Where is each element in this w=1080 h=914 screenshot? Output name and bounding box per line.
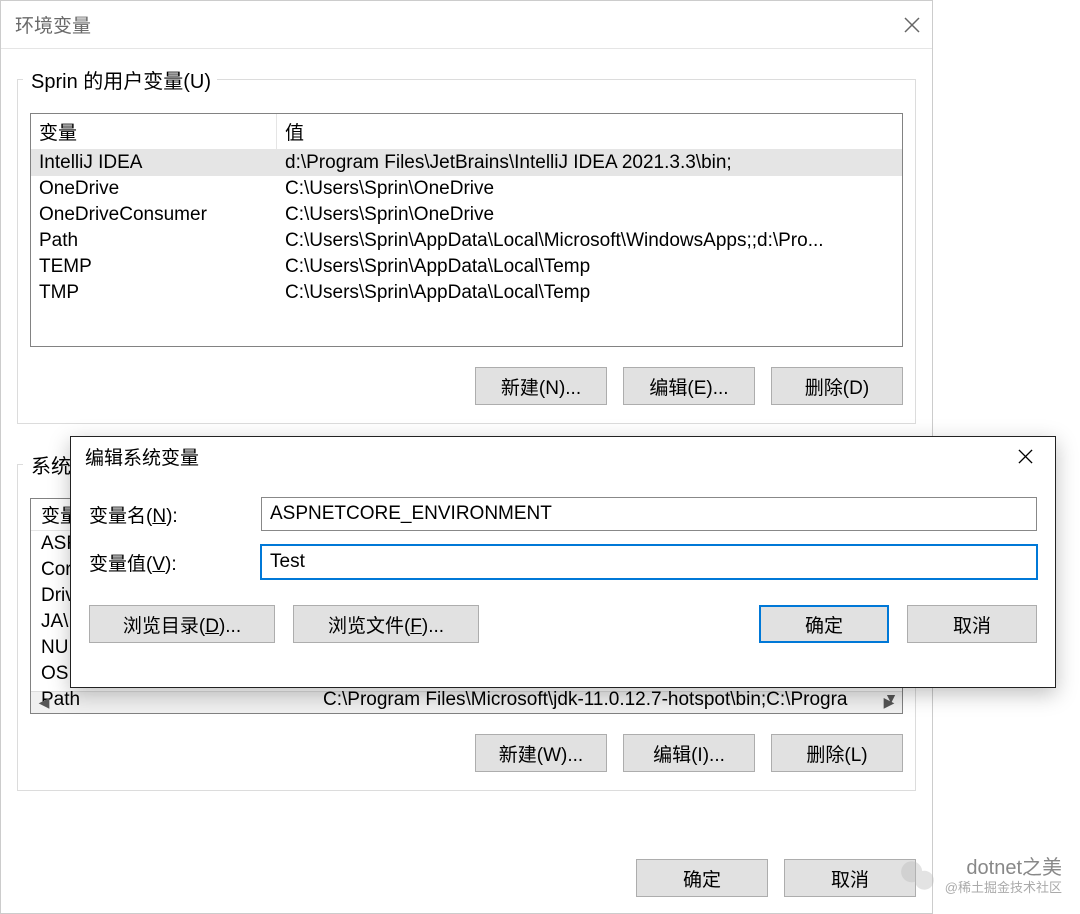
env-dialog-title: 环境变量: [15, 11, 91, 38]
var-value-cell: C:\Users\Sprin\OneDrive: [277, 202, 902, 228]
var-name-cell: Path: [31, 228, 277, 254]
user-variables-list[interactable]: 变量 值 IntelliJ IDEAd:\Program Files\JetBr…: [30, 113, 903, 347]
var-value-cell: C:\Users\Sprin\AppData\Local\Temp: [277, 280, 902, 306]
col-value[interactable]: 值: [277, 114, 902, 149]
browse-directory-button[interactable]: 浏览目录(D)...: [89, 605, 275, 643]
watermark-title: dotnet之美: [945, 856, 1062, 880]
edit-user-button[interactable]: 编辑(E)...: [623, 367, 755, 405]
scroll-left-icon[interactable]: ◀: [35, 694, 53, 711]
env-ok-button[interactable]: 确定: [636, 859, 768, 897]
edit-sys-button[interactable]: 编辑(I)...: [623, 734, 755, 772]
var-value-cell: C:\Users\Sprin\AppData\Local\Temp: [277, 254, 902, 280]
table-row[interactable]: PathC:\Users\Sprin\AppData\Local\Microso…: [31, 228, 902, 254]
new-sys-button[interactable]: 新建(W)...: [475, 734, 607, 772]
variable-value-row: 变量值(V):: [89, 545, 1037, 579]
var-value-cell: C:\Users\Sprin\AppData\Local\Microsoft\W…: [277, 228, 902, 254]
wechat-icon: [899, 857, 937, 895]
watermark: dotnet之美 @稀土掘金技术社区: [899, 856, 1062, 896]
variable-name-label: 变量名(N):: [89, 501, 257, 528]
list-header: 变量 值: [31, 114, 902, 150]
edit-system-variable-dialog: 编辑系统变量 变量名(N): 变量值(V): 浏览目录(D)... 浏览文件(F…: [70, 436, 1056, 688]
user-variables-group: Sprin 的用户变量(U) 变量 值 IntelliJ IDEAd:\Prog…: [17, 79, 916, 424]
table-row[interactable]: OneDriveConsumerC:\Users\Sprin\OneDrive: [31, 202, 902, 228]
user-button-row: 新建(N)... 编辑(E)... 删除(D): [30, 367, 903, 405]
var-name-cell: IntelliJ IDEA: [31, 150, 277, 176]
watermark-sub: @稀土掘金技术社区: [945, 880, 1062, 896]
table-row[interactable]: PathC:\Program Files\Microsoft\jdk-11.0.…: [31, 687, 902, 713]
sys-button-row: 新建(W)... 编辑(I)... 删除(L): [30, 734, 903, 772]
close-icon: [1018, 449, 1033, 464]
chevron-down-icon[interactable]: ▼: [884, 690, 898, 706]
variable-value-label: 变量值(V):: [89, 549, 257, 576]
var-name-cell: OneDrive: [31, 176, 277, 202]
modal-body: 变量名(N): 变量值(V):: [71, 475, 1055, 579]
modal-cancel-button[interactable]: 取消: [907, 605, 1037, 643]
var-name-cell: Path: [31, 687, 313, 713]
variable-value-input[interactable]: [261, 545, 1037, 579]
var-name-cell: OneDriveConsumer: [31, 202, 277, 228]
variable-name-row: 变量名(N):: [89, 497, 1037, 531]
var-value-cell: C:\Users\Sprin\OneDrive: [277, 176, 902, 202]
table-row[interactable]: TEMPC:\Users\Sprin\AppData\Local\Temp: [31, 254, 902, 280]
modal-title: 编辑系统变量: [85, 443, 199, 470]
modal-titlebar: 编辑系统变量: [71, 437, 1055, 475]
modal-button-row: 浏览目录(D)... 浏览文件(F)... 确定 取消: [71, 593, 1055, 643]
dialog-button-row: 确定 取消: [636, 859, 916, 897]
new-user-button[interactable]: 新建(N)...: [475, 367, 607, 405]
modal-ok-button[interactable]: 确定: [759, 605, 889, 643]
table-row[interactable]: OneDriveC:\Users\Sprin\OneDrive: [31, 176, 902, 202]
table-row[interactable]: TMPC:\Users\Sprin\AppData\Local\Temp: [31, 280, 902, 306]
table-row[interactable]: IntelliJ IDEAd:\Program Files\JetBrains\…: [31, 150, 902, 176]
col-variable[interactable]: 变量: [31, 114, 277, 149]
browse-file-button[interactable]: 浏览文件(F)...: [293, 605, 479, 643]
var-name-cell: TMP: [31, 280, 277, 306]
var-value-cell: d:\Program Files\JetBrains\IntelliJ IDEA…: [277, 150, 902, 176]
var-name-cell: TEMP: [31, 254, 277, 280]
close-icon[interactable]: [904, 17, 920, 33]
variable-name-input[interactable]: [261, 497, 1037, 531]
delete-user-button[interactable]: 删除(D): [771, 367, 903, 405]
var-value-cell: C:\Program Files\Microsoft\jdk-11.0.12.7…: [313, 687, 902, 713]
user-group-label: Sprin 的用户变量(U): [17, 65, 916, 94]
env-dialog-titlebar: 环境变量: [1, 1, 932, 49]
delete-sys-button[interactable]: 删除(L): [771, 734, 903, 772]
env-cancel-button[interactable]: 取消: [784, 859, 916, 897]
modal-close-button[interactable]: [1005, 440, 1045, 472]
